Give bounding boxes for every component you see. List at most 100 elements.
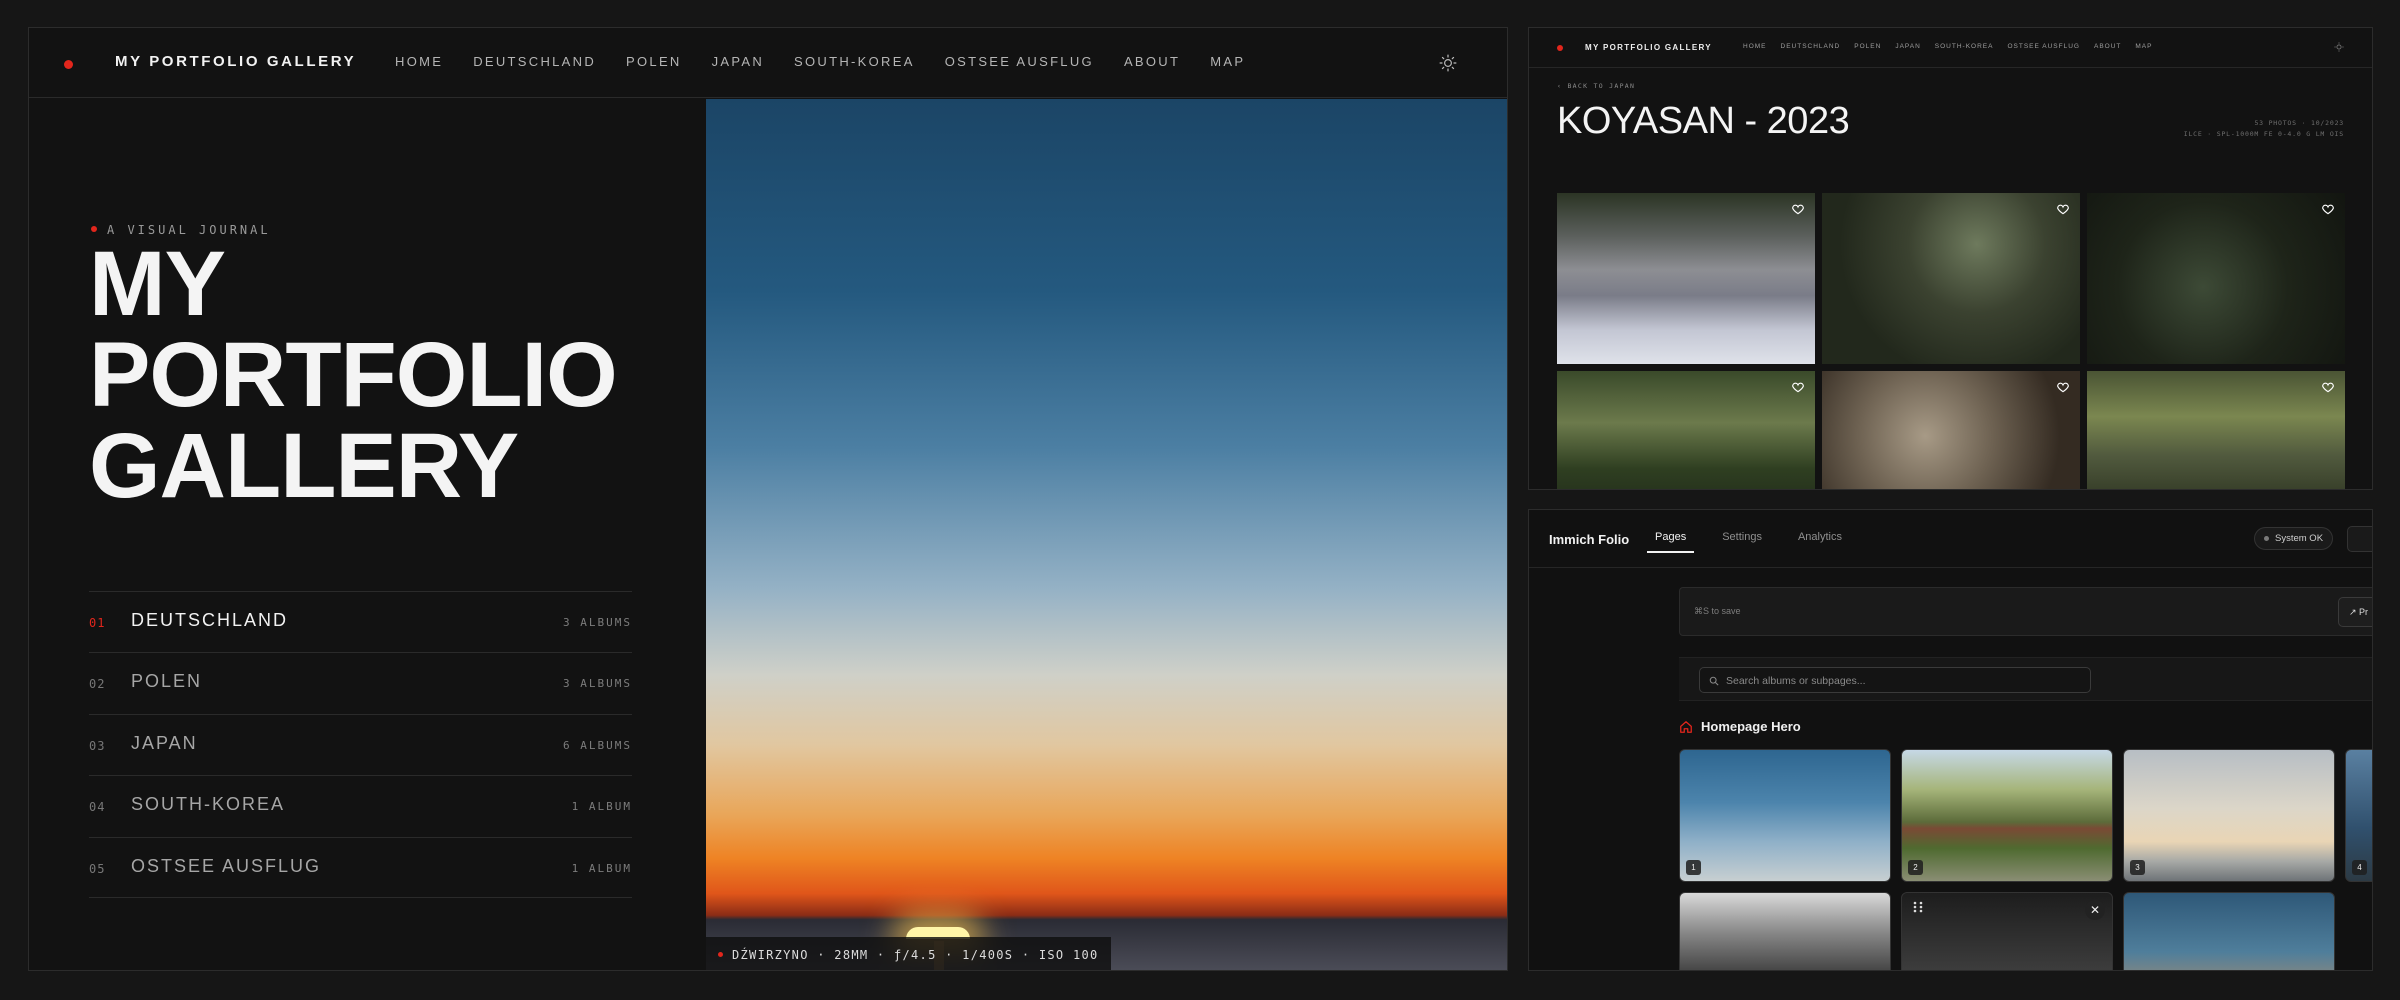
- status-text: System OK: [2275, 533, 2324, 544]
- nav-home[interactable]: HOME: [395, 54, 443, 69]
- brand-dot: [1557, 45, 1563, 51]
- country-number: 05: [89, 861, 106, 876]
- exif-dot: [718, 952, 723, 957]
- nav-about[interactable]: ABOUT: [1124, 54, 1180, 69]
- heart-icon[interactable]: [2321, 202, 2335, 216]
- kicker-dot: [91, 226, 97, 232]
- country-list: 01 DEUTSCHLAND 3 ALBUMS 02 POLEN 3 ALBUM…: [89, 591, 632, 898]
- intro-column: A VISUAL JOURNAL MY PORTFOLIO GALLERY 01…: [29, 99, 706, 970]
- album-count: 6 ALBUMS: [563, 738, 632, 752]
- drag-handle-icon[interactable]: [1912, 900, 1924, 914]
- country-row-ostsee-ausflug[interactable]: 05 OSTSEE AUSFLUG 1 ALBUM: [89, 836, 632, 898]
- search-strip: [1679, 657, 2372, 701]
- nav-ostsee-ausflug[interactable]: OSTSEE AUSFLUG: [2007, 43, 2080, 50]
- cms-admin-window: Immich Folio Pages Settings Analytics Sy…: [1528, 509, 2373, 971]
- country-name: DEUTSCHLAND: [131, 610, 289, 630]
- site-brand[interactable]: MY PORTFOLIO GALLERY: [115, 53, 356, 70]
- country-name: JAPAN: [131, 732, 198, 753]
- cms-topbar: Immich Folio Pages Settings Analytics Sy…: [1529, 510, 2372, 568]
- back-link[interactable]: ‹ BACK TO JAPAN: [1557, 82, 1635, 90]
- country-row-deutschland[interactable]: 01 DEUTSCHLAND 3 ALBUMS: [89, 591, 632, 652]
- nav-ostsee-ausflug[interactable]: OSTSEE AUSFLUG: [945, 54, 1094, 69]
- hero-title: MY PORTFOLIO GALLERY: [89, 233, 689, 517]
- cms-brand[interactable]: Immich Folio: [1549, 532, 1629, 547]
- nav-polen[interactable]: POLEN: [626, 54, 682, 69]
- save-shortcut-hint: ⌘S to save: [1694, 606, 1741, 616]
- nav-south-korea[interactable]: SOUTH-KOREA: [1935, 43, 1994, 50]
- hero-title-line: GALLERY: [89, 415, 519, 517]
- nav-deutschland[interactable]: DEUTSCHLAND: [1781, 43, 1841, 50]
- album-meta-gear: ILCE · SPL-1000M FE 0-4.0 G LM OIS: [2183, 130, 2344, 138]
- tile-order-badge: 2: [1908, 860, 1923, 875]
- album-page-window: MY PORTFOLIO GALLERY HOME DEUTSCHLAND PO…: [1528, 27, 2373, 490]
- nav-japan[interactable]: JAPAN: [1895, 43, 1920, 50]
- portfolio-homepage-window: MY PORTFOLIO GALLERY HOME DEUTSCHLAND PO…: [28, 27, 1508, 971]
- nav-deutschland[interactable]: DEUTSCHLAND: [473, 54, 596, 69]
- tile-order-badge: 3: [2130, 860, 2145, 875]
- hero-tile[interactable]: 4: [2345, 749, 2372, 882]
- section-title: Homepage Hero: [1701, 719, 1801, 734]
- album-photo[interactable]: [2087, 371, 2345, 489]
- nav-about[interactable]: ABOUT: [2094, 43, 2121, 50]
- heart-icon[interactable]: [2056, 380, 2070, 394]
- country-row-south-korea[interactable]: 04 SOUTH-KOREA 1 ALBUM: [89, 775, 632, 836]
- heart-icon[interactable]: [1791, 202, 1805, 216]
- search-box: [1699, 667, 2091, 693]
- home-icon: [1680, 720, 1692, 733]
- hero-photo-sunset[interactable]: DŹWIRZYNO · 28MM · ƒ/4.5 · 1/400S · ISO …: [706, 99, 1507, 970]
- site-brand[interactable]: MY PORTFOLIO GALLERY: [1585, 43, 1712, 52]
- nav-japan[interactable]: JAPAN: [712, 54, 764, 69]
- album-photo[interactable]: [1822, 193, 2080, 364]
- album-count: 1 ALBUM: [571, 800, 632, 814]
- album-count: 3 ALBUMS: [563, 677, 632, 691]
- hero-tile[interactable]: 2: [1901, 749, 2113, 882]
- preview-button[interactable]: ↗ Pr: [2338, 597, 2372, 627]
- back-link-label: BACK TO JAPAN: [1567, 82, 1636, 90]
- main-nav: HOME DEUTSCHLAND POLEN JAPAN SOUTH-KOREA…: [395, 54, 1245, 69]
- tab-pages[interactable]: Pages: [1647, 531, 1695, 553]
- sun-icon[interactable]: [1439, 54, 1457, 72]
- tile-order-badge: 1: [1686, 860, 1701, 875]
- tab-analytics[interactable]: Analytics: [1790, 531, 1850, 553]
- country-number: 04: [89, 800, 106, 815]
- heart-icon[interactable]: [2056, 202, 2070, 216]
- heart-icon[interactable]: [2321, 380, 2335, 394]
- album-photo[interactable]: [1822, 371, 2080, 489]
- nav-south-korea[interactable]: SOUTH-KOREA: [794, 54, 915, 69]
- hero-tile[interactable]: [2123, 892, 2335, 970]
- search-icon: [1709, 676, 1719, 686]
- country-row-japan[interactable]: 03 JAPAN 6 ALBUMS: [89, 713, 632, 775]
- country-row-polen[interactable]: 02 POLEN 3 ALBUMS: [89, 652, 632, 713]
- hero-tile[interactable]: 1: [1679, 749, 1891, 882]
- album-meta-count: 53 PHOTOS · 10/2023: [2254, 119, 2344, 127]
- hero-tile[interactable]: ✕: [1901, 892, 2113, 970]
- sun-icon[interactable]: [2334, 42, 2344, 52]
- remove-tile-close-icon[interactable]: ✕: [2085, 900, 2105, 920]
- exif-text: DŹWIRZYNO · 28MM · ƒ/4.5 · 1/400S · ISO …: [732, 947, 1099, 962]
- system-status-badge: System OK: [2254, 527, 2334, 550]
- country-number: 01: [89, 616, 106, 630]
- album-count: 1 ALBUM: [571, 861, 632, 875]
- brand-dot: [64, 60, 73, 69]
- external-link-button[interactable]: [2347, 526, 2372, 552]
- nav-map[interactable]: MAP: [1210, 54, 1245, 69]
- nav-home[interactable]: HOME: [1743, 43, 1767, 50]
- album-photo[interactable]: [1557, 371, 1815, 489]
- section-header-homepage-hero: Homepage Hero: [1679, 719, 1801, 734]
- exif-caption: DŹWIRZYNO · 28MM · ƒ/4.5 · 1/400S · ISO …: [706, 937, 1111, 970]
- search-input[interactable]: [1726, 673, 2076, 689]
- hero-title-line: MY: [89, 233, 226, 335]
- country-number: 03: [89, 738, 106, 753]
- nav-map[interactable]: MAP: [2135, 43, 2152, 50]
- album-photo[interactable]: [2087, 193, 2345, 364]
- heart-icon[interactable]: [1791, 380, 1805, 394]
- country-name: POLEN: [131, 671, 203, 692]
- hero-tile[interactable]: [1679, 892, 1891, 970]
- site-header: MY PORTFOLIO GALLERY HOME DEUTSCHLAND PO…: [29, 28, 1507, 98]
- nav-polen[interactable]: POLEN: [1854, 43, 1881, 50]
- album-photo[interactable]: [1557, 193, 1815, 364]
- tab-settings[interactable]: Settings: [1714, 531, 1770, 553]
- status-dot: [2264, 536, 2269, 541]
- album-title: KOYASAN - 2023: [1557, 100, 1850, 142]
- hero-tile[interactable]: 3: [2123, 749, 2335, 882]
